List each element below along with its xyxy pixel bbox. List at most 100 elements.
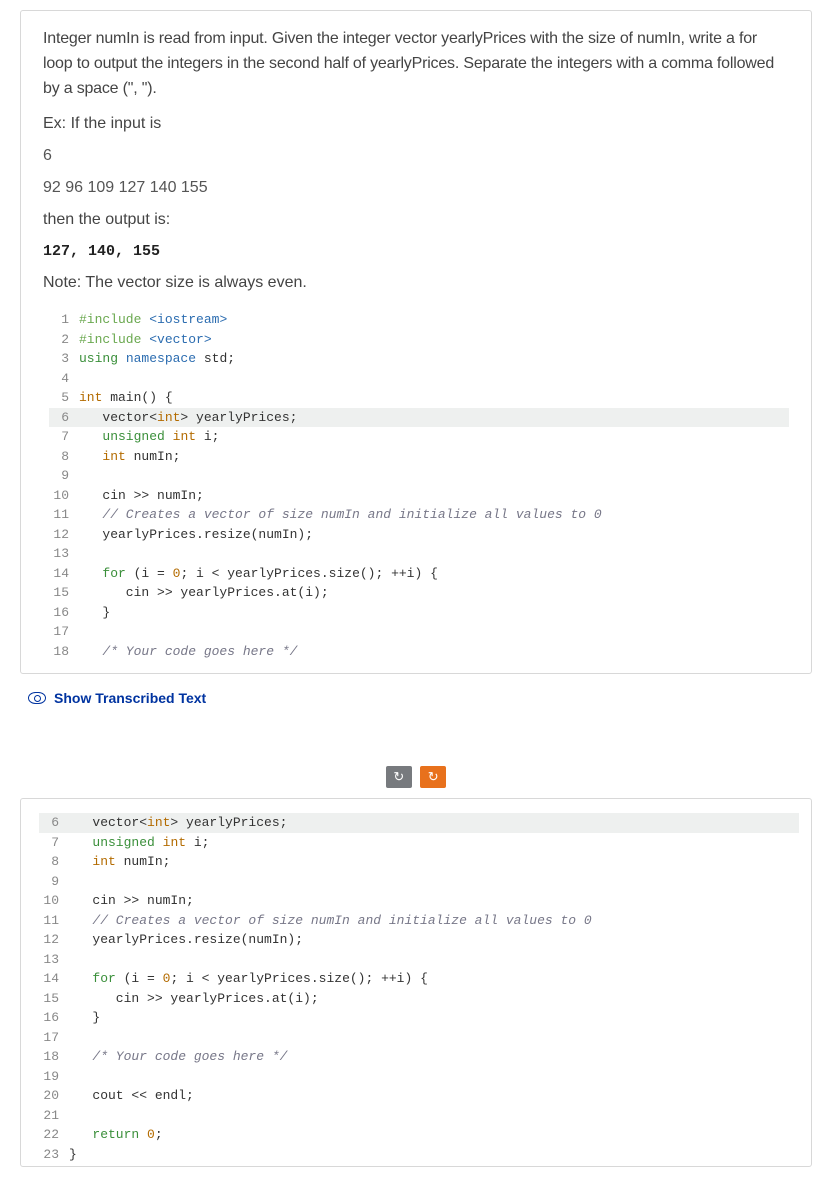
code-line: 12 yearlyPrices.resize(numIn); <box>49 525 789 545</box>
code-line: 13 <box>49 544 789 564</box>
code-line: 16 } <box>39 1008 799 1028</box>
line-number: 8 <box>49 447 79 467</box>
line-number: 13 <box>49 544 79 564</box>
line-number: 6 <box>39 813 69 833</box>
code-text <box>69 950 799 970</box>
line-number: 14 <box>39 969 69 989</box>
code-text: cin >> numIn; <box>79 486 789 506</box>
code-text: // Creates a vector of size numIn and in… <box>79 505 789 525</box>
code-text: } <box>69 1008 799 1028</box>
line-number: 3 <box>49 349 79 369</box>
code-line: 4 <box>49 369 789 389</box>
line-number: 5 <box>49 388 79 408</box>
code-line: 15 cin >> yearlyPrices.at(i); <box>39 989 799 1009</box>
code-text: using namespace std; <box>79 349 789 369</box>
code-line: 7 unsigned int i; <box>49 427 789 447</box>
code-line: 20 cout << endl; <box>39 1086 799 1106</box>
then-output-label: then the output is: <box>43 211 789 229</box>
line-number: 21 <box>39 1106 69 1126</box>
code-line: 14 for (i = 0; i < yearlyPrices.size(); … <box>39 969 799 989</box>
line-number: 9 <box>39 872 69 892</box>
code-line: 18 /* Your code goes here */ <box>49 642 789 662</box>
code-line: 8 int numIn; <box>49 447 789 467</box>
line-number: 10 <box>49 486 79 506</box>
line-number: 16 <box>49 603 79 623</box>
example-label: Ex: If the input is <box>43 115 789 133</box>
line-number: 17 <box>39 1028 69 1048</box>
line-number: 23 <box>39 1145 69 1165</box>
code-text <box>79 369 789 389</box>
code-line: 19 <box>39 1067 799 1087</box>
code-line: 22 return 0; <box>39 1125 799 1145</box>
code-line: 14 for (i = 0; i < yearlyPrices.size(); … <box>49 564 789 584</box>
line-number: 6 <box>49 408 79 428</box>
code-text <box>79 466 789 486</box>
code-text: vector<int> yearlyPrices; <box>69 813 799 833</box>
code-line: 9 <box>49 466 789 486</box>
code-line: 21 <box>39 1106 799 1126</box>
code-text: for (i = 0; i < yearlyPrices.size(); ++i… <box>79 564 789 584</box>
line-number: 15 <box>49 583 79 603</box>
example-input-2: 92 96 109 127 140 155 <box>43 179 789 197</box>
code-text <box>69 1106 799 1126</box>
line-number: 18 <box>39 1047 69 1067</box>
code-line: 6 vector<int> yearlyPrices; <box>49 408 789 428</box>
undo-button[interactable]: ↻ <box>386 766 412 788</box>
code-text: yearlyPrices.resize(numIn); <box>69 930 799 950</box>
line-number: 8 <box>39 852 69 872</box>
code-line: 3using namespace std; <box>49 349 789 369</box>
code-text: vector<int> yearlyPrices; <box>79 408 789 428</box>
code-text <box>79 544 789 564</box>
code-text: cin >> yearlyPrices.at(i); <box>79 583 789 603</box>
code-text: int main() { <box>79 388 789 408</box>
code-text: int numIn; <box>79 447 789 467</box>
line-number: 15 <box>39 989 69 1009</box>
line-number: 7 <box>39 833 69 853</box>
line-number: 7 <box>49 427 79 447</box>
code-line: 23} <box>39 1145 799 1165</box>
line-number: 19 <box>39 1067 69 1087</box>
eye-icon <box>28 692 46 704</box>
code-line: 17 <box>49 622 789 642</box>
code-text: cin >> numIn; <box>69 891 799 911</box>
code-text: /* Your code goes here */ <box>69 1047 799 1067</box>
code-text: int numIn; <box>69 852 799 872</box>
code-block-starter: 1#include <iostream>2#include <vector>3u… <box>43 306 789 661</box>
code-text: unsigned int i; <box>79 427 789 447</box>
redo-button[interactable]: ↻ <box>420 766 446 788</box>
problem-prompt: Integer numIn is read from input. Given … <box>43 27 789 101</box>
code-text: yearlyPrices.resize(numIn); <box>79 525 789 545</box>
code-line: 13 <box>39 950 799 970</box>
code-text <box>69 1067 799 1087</box>
line-number: 20 <box>39 1086 69 1106</box>
code-line: 12 yearlyPrices.resize(numIn); <box>39 930 799 950</box>
code-text <box>69 872 799 892</box>
line-number: 12 <box>49 525 79 545</box>
code-text: /* Your code goes here */ <box>79 642 789 662</box>
code-text: #include <iostream> <box>79 310 789 330</box>
line-number: 4 <box>49 369 79 389</box>
code-line: 6 vector<int> yearlyPrices; <box>39 813 799 833</box>
line-number: 22 <box>39 1125 69 1145</box>
show-transcribed-text-toggle[interactable]: Show Transcribed Text <box>28 690 812 706</box>
code-line: 1#include <iostream> <box>49 310 789 330</box>
line-number: 11 <box>39 911 69 931</box>
code-line: 18 /* Your code goes here */ <box>39 1047 799 1067</box>
line-number: 17 <box>49 622 79 642</box>
line-number: 10 <box>39 891 69 911</box>
code-line: 10 cin >> numIn; <box>39 891 799 911</box>
code-text: } <box>79 603 789 623</box>
code-line: 8 int numIn; <box>39 852 799 872</box>
code-text <box>69 1028 799 1048</box>
code-line: 10 cin >> numIn; <box>49 486 789 506</box>
example-input-1: 6 <box>43 147 789 165</box>
code-block-full: 6 vector<int> yearlyPrices;7 unsigned in… <box>33 809 799 1164</box>
code-text: cout << endl; <box>69 1086 799 1106</box>
note-text: Note: The vector size is always even. <box>43 274 789 292</box>
code-line: 16 } <box>49 603 789 623</box>
code-line: 11 // Creates a vector of size numIn and… <box>39 911 799 931</box>
line-number: 2 <box>49 330 79 350</box>
code-line: 11 // Creates a vector of size numIn and… <box>49 505 789 525</box>
code-text: cin >> yearlyPrices.at(i); <box>69 989 799 1009</box>
line-number: 11 <box>49 505 79 525</box>
